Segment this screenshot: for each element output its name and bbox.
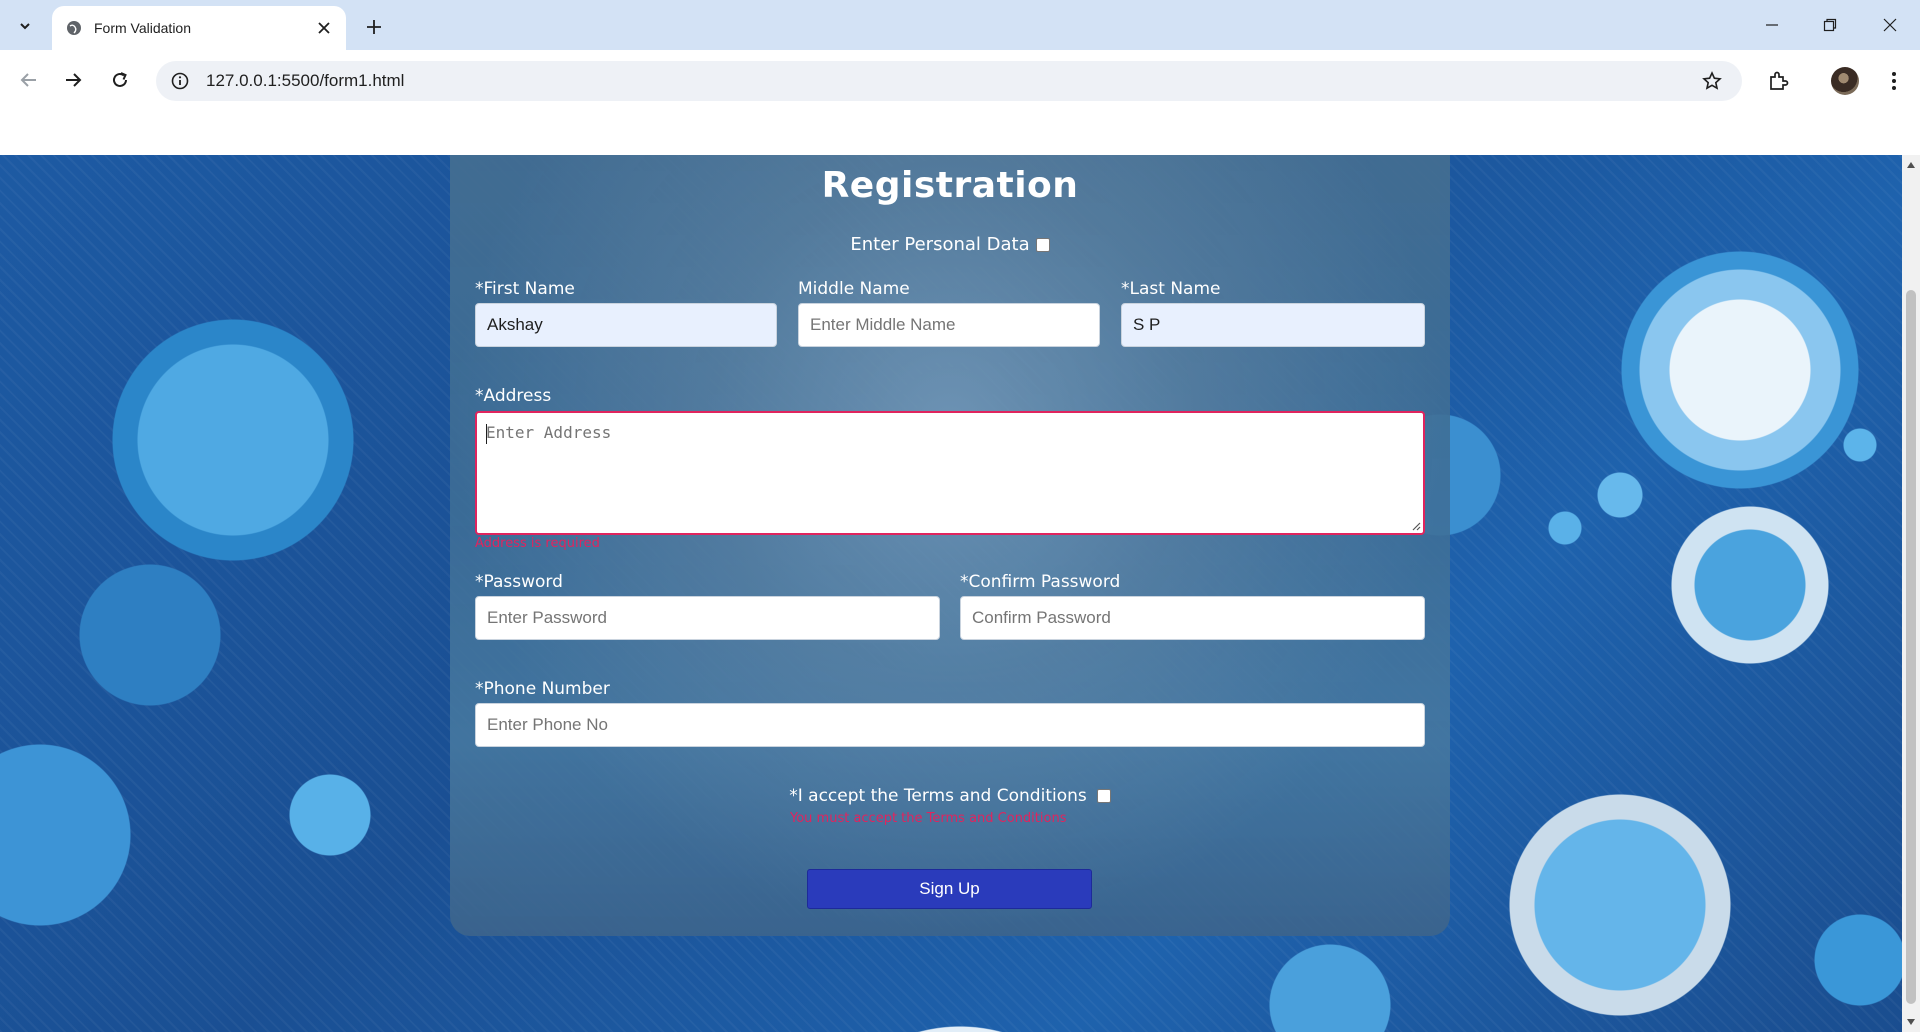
page-scrollbar[interactable] xyxy=(1902,155,1920,1032)
page-title: Registration xyxy=(821,165,1079,206)
close-window-button[interactable] xyxy=(1870,8,1910,42)
sign-up-button[interactable]: Sign Up xyxy=(807,869,1092,909)
avatar xyxy=(1831,67,1859,95)
middle-name-placeholder: Enter Middle Name xyxy=(810,315,956,334)
minimize-icon xyxy=(1766,24,1778,26)
page-viewport: Registration Enter Personal Data *First … xyxy=(0,155,1902,1032)
personal-data-row: Enter Personal Data xyxy=(450,234,1450,255)
last-name-value: S P xyxy=(1133,315,1161,334)
address-placeholder: Enter Address xyxy=(486,423,612,442)
scroll-down-icon[interactable] xyxy=(1906,1017,1916,1027)
bookmark-bar-area xyxy=(0,110,1920,155)
personal-data-checkbox[interactable] xyxy=(1035,237,1050,252)
phone-label: *Phone Number xyxy=(475,679,610,699)
arrow-left-icon xyxy=(20,73,36,87)
plus-icon xyxy=(367,20,381,34)
tab-strip: Form Validation xyxy=(0,0,1920,50)
confirm-password-label: *Confirm Password xyxy=(960,572,1121,592)
chevron-down-icon xyxy=(20,23,30,30)
terms-row: *I accept the Terms and Conditions xyxy=(450,786,1450,806)
address-error: Address is required xyxy=(475,536,600,551)
minimize-button[interactable] xyxy=(1752,8,1792,42)
url-text: 127.0.0.1:5500/form1.html xyxy=(206,71,405,90)
bookmark-star-icon[interactable] xyxy=(1696,65,1728,97)
registration-form: Registration Enter Personal Data *First … xyxy=(450,155,1450,936)
address-bar[interactable]: 127.0.0.1:5500/form1.html xyxy=(156,61,1742,101)
last-name-field[interactable]: S P xyxy=(1121,303,1425,347)
forward-button[interactable] xyxy=(58,65,88,95)
arrow-right-icon xyxy=(66,73,82,87)
password-field[interactable]: Enter Password xyxy=(475,596,940,640)
profile-avatar[interactable] xyxy=(1829,65,1861,97)
info-icon[interactable] xyxy=(164,65,196,97)
address-label: *Address xyxy=(475,386,552,406)
resize-grip-icon[interactable] xyxy=(1411,521,1421,531)
close-tab-icon[interactable] xyxy=(312,16,336,40)
personal-data-label: Enter Personal Data xyxy=(850,234,1030,255)
browser-toolbar: 127.0.0.1:5500/form1.html xyxy=(0,50,1920,110)
confirm-password-placeholder: Confirm Password xyxy=(972,608,1111,627)
active-tab[interactable]: Form Validation xyxy=(52,6,346,50)
confirm-password-field[interactable]: Confirm Password xyxy=(960,596,1425,640)
restore-button[interactable] xyxy=(1810,8,1850,42)
phone-placeholder: Enter Phone No xyxy=(487,715,608,734)
last-name-label: *Last Name xyxy=(1121,279,1221,299)
first-name-field[interactable]: Akshay xyxy=(475,303,777,347)
address-textarea[interactable]: Enter Address xyxy=(475,411,1425,535)
terms-checkbox[interactable] xyxy=(1096,789,1111,803)
reload-button[interactable] xyxy=(105,65,135,95)
password-label: *Password xyxy=(475,572,563,592)
restore-icon xyxy=(1823,18,1837,32)
back-button[interactable] xyxy=(14,65,44,95)
tab-title: Form Validation xyxy=(94,20,192,36)
terms-label: *I accept the Terms and Conditions xyxy=(789,786,1087,806)
first-name-value: Akshay xyxy=(487,315,543,334)
scroll-up-icon[interactable] xyxy=(1906,160,1916,170)
terms-error: You must accept the Terms and Conditions xyxy=(790,811,1067,826)
globe-icon xyxy=(64,18,84,38)
menu-kebab-icon[interactable] xyxy=(1878,65,1910,97)
extensions-icon[interactable] xyxy=(1762,65,1794,97)
middle-name-field[interactable]: Enter Middle Name xyxy=(798,303,1100,347)
new-tab-button[interactable] xyxy=(360,13,388,41)
middle-name-label: Middle Name xyxy=(798,279,910,299)
password-placeholder: Enter Password xyxy=(487,608,607,627)
scrollbar-thumb[interactable] xyxy=(1906,290,1916,1004)
first-name-label: *First Name xyxy=(475,279,575,299)
phone-field[interactable]: Enter Phone No xyxy=(475,703,1425,747)
close-icon xyxy=(1883,18,1897,32)
tab-search-button[interactable] xyxy=(10,11,40,41)
reload-icon xyxy=(113,72,127,87)
